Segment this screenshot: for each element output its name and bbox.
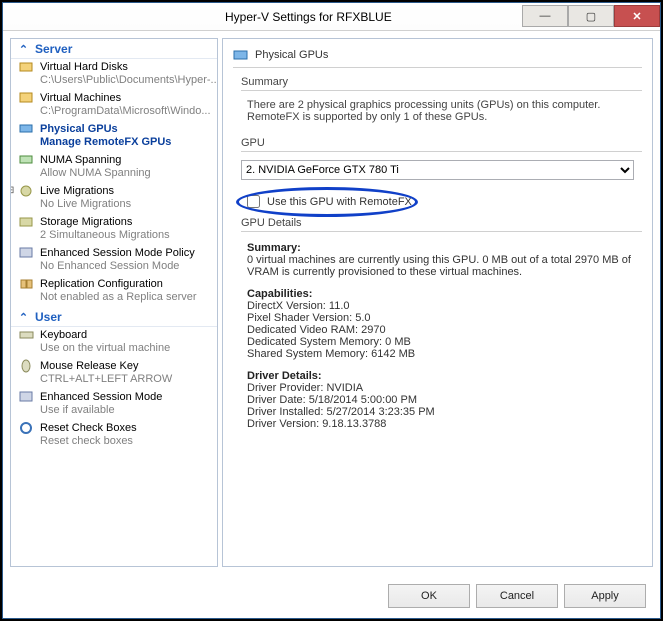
nav-keyboard[interactable]: Keyboard Use on the virtual machine — [11, 327, 217, 358]
nav-enhanced-session-policy[interactable]: Enhanced Session Mode Policy No Enhanced… — [11, 245, 217, 276]
gpu-header: GPU — [241, 137, 642, 149]
nav-storage-migrations[interactable]: Storage Migrations 2 Simultaneous Migrat… — [11, 214, 217, 245]
nav-replication-config[interactable]: Replication Configuration Not enabled as… — [11, 276, 217, 307]
session-mode-icon — [19, 390, 35, 404]
ok-button[interactable]: OK — [388, 584, 470, 608]
settings-nav: ⌃ Server Virtual Hard Disks C:\Users\Pub… — [10, 38, 218, 567]
collapse-icon: ⌃ — [17, 311, 30, 324]
details-panel: Physical GPUs Summary There are 2 physic… — [222, 38, 653, 567]
cancel-button[interactable]: Cancel — [476, 584, 558, 608]
maximize-button[interactable]: ▢ — [568, 5, 614, 27]
gpu-select[interactable]: 2. NVIDIA GeForce GTX 780 Ti — [241, 160, 634, 180]
use-gpu-remotefx-checkbox[interactable] — [247, 195, 260, 208]
mouse-icon — [19, 359, 35, 373]
titlebar: Hyper-V Settings for RFXBLUE — ▢ ✕ — [3, 3, 660, 31]
reset-icon — [19, 421, 35, 435]
gpu-driver-details: Driver Details: Driver Provider: NVIDIA … — [247, 370, 634, 430]
nav-mouse-release-key[interactable]: Mouse Release Key CTRL+ALT+LEFT ARROW — [11, 358, 217, 389]
apply-button[interactable]: Apply — [564, 584, 646, 608]
gpu-details-header: GPU Details — [241, 217, 642, 229]
storage-icon — [19, 215, 35, 229]
migration-icon — [19, 184, 35, 198]
nav-enhanced-session-mode[interactable]: Enhanced Session Mode Use if available — [11, 389, 217, 420]
nav-numa-spanning[interactable]: NUMA Spanning Allow NUMA Spanning — [11, 152, 217, 183]
nav-virtual-hard-disks[interactable]: Virtual Hard Disks C:\Users\Public\Docum… — [11, 59, 217, 90]
dialog-footer: OK Cancel Apply — [3, 574, 660, 618]
collapse-icon: ⌃ — [17, 43, 30, 56]
nav-live-migrations[interactable]: Live Migrations No Live Migrations — [11, 183, 217, 214]
gpu-capabilities: Capabilities: DirectX Version: 11.0 Pixe… — [247, 288, 634, 360]
vm-icon — [19, 91, 35, 105]
panel-title: Physical GPUs — [255, 49, 328, 61]
summary-text: There are 2 physical graphics processing… — [247, 99, 634, 123]
window-title: Hyper-V Settings for RFXBLUE — [225, 10, 392, 24]
gpu-details-summary: Summary: 0 virtual machines are currentl… — [247, 242, 634, 278]
minimize-button[interactable]: — — [522, 5, 568, 27]
nav-virtual-machines[interactable]: Virtual Machines C:\ProgramData\Microsof… — [11, 90, 217, 121]
keyboard-icon — [19, 328, 35, 342]
disk-icon — [19, 60, 35, 74]
group-server[interactable]: ⌃ Server — [11, 39, 217, 59]
nav-physical-gpus[interactable]: Physical GPUs Manage RemoteFX GPUs — [11, 121, 217, 152]
nav-reset-check-boxes[interactable]: Reset Check Boxes Reset check boxes — [11, 420, 217, 451]
close-button[interactable]: ✕ — [614, 5, 660, 27]
gpu-panel-icon — [233, 47, 249, 63]
replication-icon — [19, 277, 35, 291]
numa-icon — [19, 153, 35, 167]
session-icon — [19, 246, 35, 260]
gpu-icon — [19, 122, 35, 136]
hyperv-settings-window: Hyper-V Settings for RFXBLUE — ▢ ✕ ⌃ Ser… — [2, 2, 661, 619]
group-user[interactable]: ⌃ User — [11, 307, 217, 327]
use-gpu-remotefx-label[interactable]: Use this GPU with RemoteFX — [267, 196, 412, 208]
summary-header: Summary — [241, 76, 642, 88]
